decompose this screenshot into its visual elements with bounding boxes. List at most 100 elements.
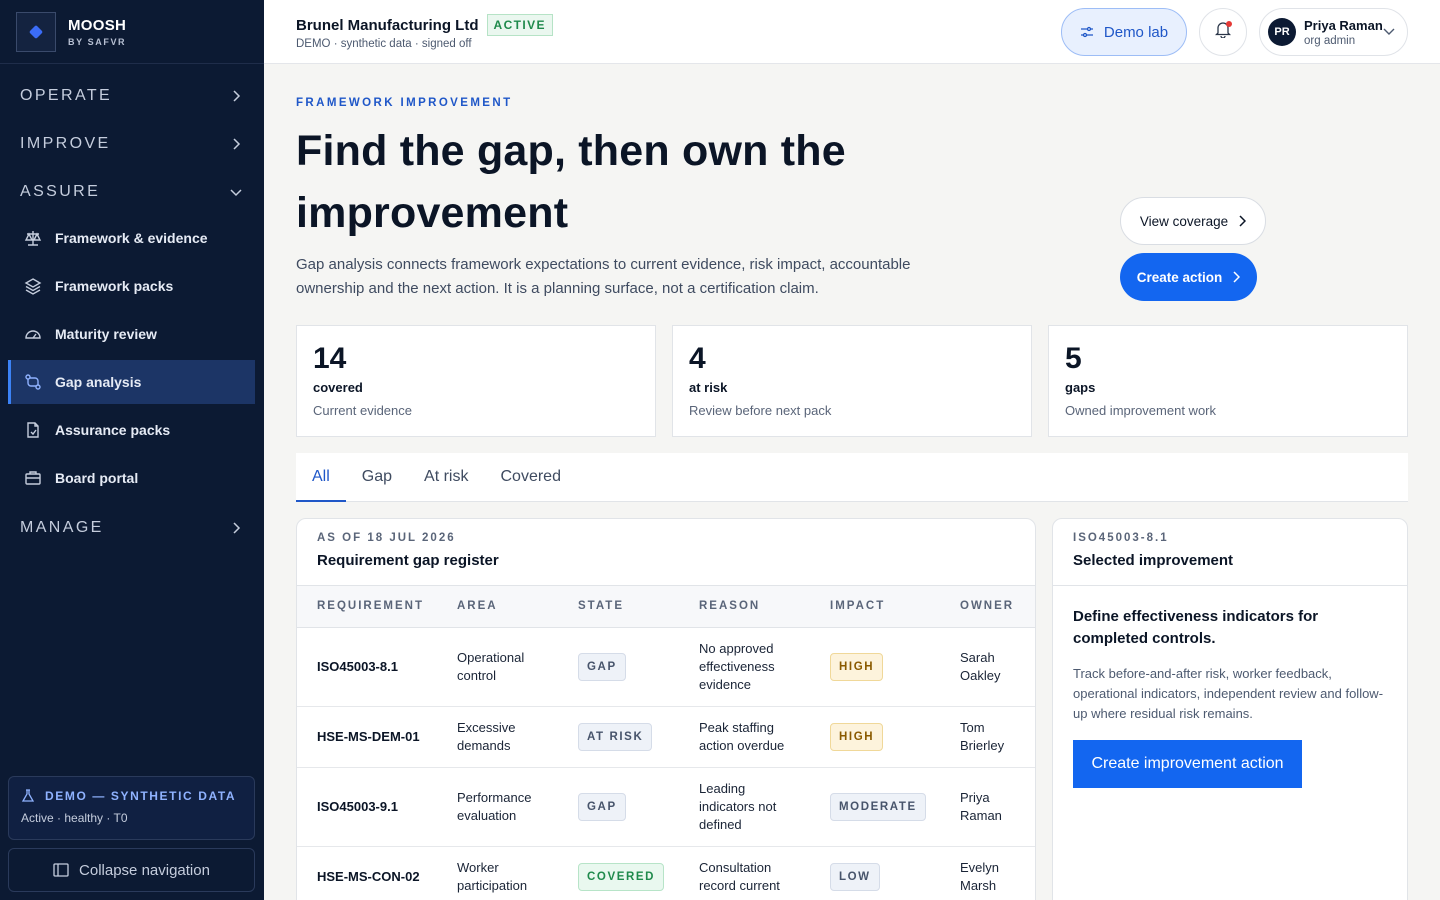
stat-label: gaps (1065, 380, 1096, 395)
chevron-right-icon (1232, 271, 1241, 283)
reason: Peak staffing action overdue (699, 719, 785, 753)
sidebar-item-framework-evidence[interactable]: Framework & evidence (8, 216, 255, 260)
flask-icon (21, 789, 35, 803)
chevron-down-icon (228, 184, 244, 200)
impact-badge: MODERATE (830, 792, 926, 821)
sidebar: MOOSH BY SAFVR OPERATE IMPROVE ASSURE Fr… (0, 0, 264, 900)
org-subtitle: DEMO · synthetic data · signed off (296, 38, 472, 50)
stat-note: Review before next pack (689, 403, 832, 418)
collapse-navigation-button[interactable]: Collapse navigation (8, 848, 255, 892)
improvement-description: Track before-and-after risk, worker feed… (1073, 666, 1384, 721)
state-badge: COVERED (578, 862, 665, 891)
sidebar-item-board-portal[interactable]: Board portal (8, 456, 255, 500)
requirement-id: HSE-MS-CON-02 (317, 868, 420, 884)
sidebar-item-framework-packs[interactable]: Framework packs (8, 264, 255, 308)
owner: Sarah Oakley (960, 649, 1001, 683)
area: Performance evaluation (457, 789, 532, 823)
demo-lab-button[interactable]: Demo lab (1061, 8, 1187, 56)
brand-logo-icon (16, 11, 56, 52)
impact-badge: HIGH (830, 722, 884, 751)
view-coverage-button[interactable]: View coverage (1120, 197, 1266, 245)
stat-card-gaps: 5 gaps Owned improvement work (1048, 325, 1408, 437)
tab-covered[interactable]: Covered (484, 453, 576, 501)
column-header[interactable]: IMPACT (810, 586, 940, 627)
reason: Leading indicators not defined (699, 780, 777, 832)
sidebar-item-gap-analysis[interactable]: Gap analysis (8, 360, 255, 404)
document-check-icon (24, 421, 42, 439)
selected-requirement-id: ISO45003-8.1 (1073, 532, 1169, 544)
area: Operational control (457, 649, 525, 683)
tab-at-risk[interactable]: At risk (408, 453, 484, 501)
status-badge: ACTIVE (486, 14, 553, 36)
chevron-down-icon (1383, 26, 1395, 36)
page-description: Gap analysis connects framework expectat… (296, 256, 911, 297)
sidebar-item-label: Assurance packs (55, 422, 171, 438)
stat-value: 4 (689, 342, 706, 375)
requirement-id: HSE-MS-DEM-01 (317, 728, 420, 744)
top-bar: Brunel Manufacturing Ltd ACTIVE DEMO · s… (264, 0, 1440, 64)
create-action-label: Create action (1136, 269, 1223, 285)
stat-label: at risk (689, 380, 728, 395)
route-icon (24, 373, 42, 391)
chevron-right-icon (1238, 215, 1247, 227)
area: Excessive demands (457, 719, 516, 753)
register-title: Requirement gap register (317, 552, 499, 569)
sidebar-item-assurance-packs[interactable]: Assurance packs (8, 408, 255, 452)
stat-card-covered: 14 covered Current evidence (296, 325, 656, 437)
requirement-id: ISO45003-8.1 (317, 658, 398, 674)
column-header[interactable]: AREA (437, 586, 558, 627)
org-name: Brunel Manufacturing Ltd (296, 16, 479, 34)
tab-all[interactable]: All (296, 453, 346, 502)
briefcase-icon (24, 469, 42, 487)
stat-label: covered (313, 380, 363, 395)
nav-section-label: IMPROVE (20, 135, 111, 152)
sidebar-item-label: Board portal (55, 470, 139, 486)
area: Worker participation (457, 859, 528, 893)
chevron-right-icon (228, 88, 244, 104)
improvement-heading: Define effectiveness indicators for comp… (1073, 608, 1319, 647)
nav-section-label: OPERATE (20, 87, 113, 104)
nav-section-improve[interactable]: IMPROVE (0, 120, 264, 168)
state-badge: AT RISK (578, 722, 653, 751)
layers-icon (24, 277, 42, 295)
state-badge: GAP (578, 792, 626, 821)
impact-badge: LOW (830, 862, 880, 891)
notifications-button[interactable] (1199, 8, 1247, 56)
collapse-navigation-label: Collapse navigation (79, 861, 210, 879)
demo-lab-label: Demo lab (1103, 23, 1169, 41)
stat-note: Current evidence (313, 403, 412, 418)
sidebar-item-label: Gap analysis (55, 374, 142, 390)
nav-section-manage[interactable]: MANAGE (0, 504, 264, 552)
sidebar-item-maturity-review[interactable]: Maturity review (8, 312, 255, 356)
nav-section-operate[interactable]: OPERATE (0, 72, 264, 120)
column-header[interactable]: OWNER (940, 586, 1035, 627)
create-action-button[interactable]: Create action (1120, 253, 1257, 301)
state-badge: GAP (578, 652, 626, 681)
table-header-row: REQUIREMENT AREA STATE REASON IMPACT OWN… (297, 586, 1035, 627)
stat-value: 5 (1065, 342, 1082, 375)
table-row[interactable]: HSE-MS-DEM-01 Excessive demands AT RISK … (297, 706, 1035, 767)
register-as-of: AS OF 18 JUL 2026 (317, 532, 456, 544)
view-coverage-label: View coverage (1139, 213, 1229, 229)
stat-note: Owned improvement work (1065, 403, 1216, 418)
requirement-id: ISO45003-9.1 (317, 798, 398, 814)
create-improvement-action-button[interactable]: Create improvement action (1073, 740, 1302, 788)
stat-card-at-risk: 4 at risk Review before next pack (672, 325, 1032, 437)
column-header[interactable]: REASON (679, 586, 810, 627)
sidebar-panel-icon (53, 863, 69, 877)
selected-improvement-panel: ISO45003-8.1 Selected improvement Define… (1052, 518, 1408, 900)
brand-sub: BY SAFVR (68, 36, 127, 47)
user-menu-button[interactable]: PR Priya Raman org admin (1259, 8, 1408, 56)
demo-title: DEMO — SYNTHETIC DATA (45, 789, 237, 803)
column-header[interactable]: REQUIREMENT (297, 586, 437, 627)
avatar: PR (1268, 18, 1296, 46)
table-row[interactable]: HSE-MS-CON-02 Worker participation COVER… (297, 846, 1035, 900)
tab-gap[interactable]: Gap (346, 453, 408, 501)
nav-section-label: ASSURE (20, 183, 101, 200)
table-row[interactable]: ISO45003-8.1 Operational control GAP No … (297, 627, 1035, 706)
column-header[interactable]: STATE (558, 586, 679, 627)
chevron-right-icon (228, 136, 244, 152)
nav-section-assure[interactable]: ASSURE (0, 168, 264, 216)
brand[interactable]: MOOSH BY SAFVR (0, 0, 264, 64)
table-row[interactable]: ISO45003-9.1 Performance evaluation GAP … (297, 767, 1035, 846)
